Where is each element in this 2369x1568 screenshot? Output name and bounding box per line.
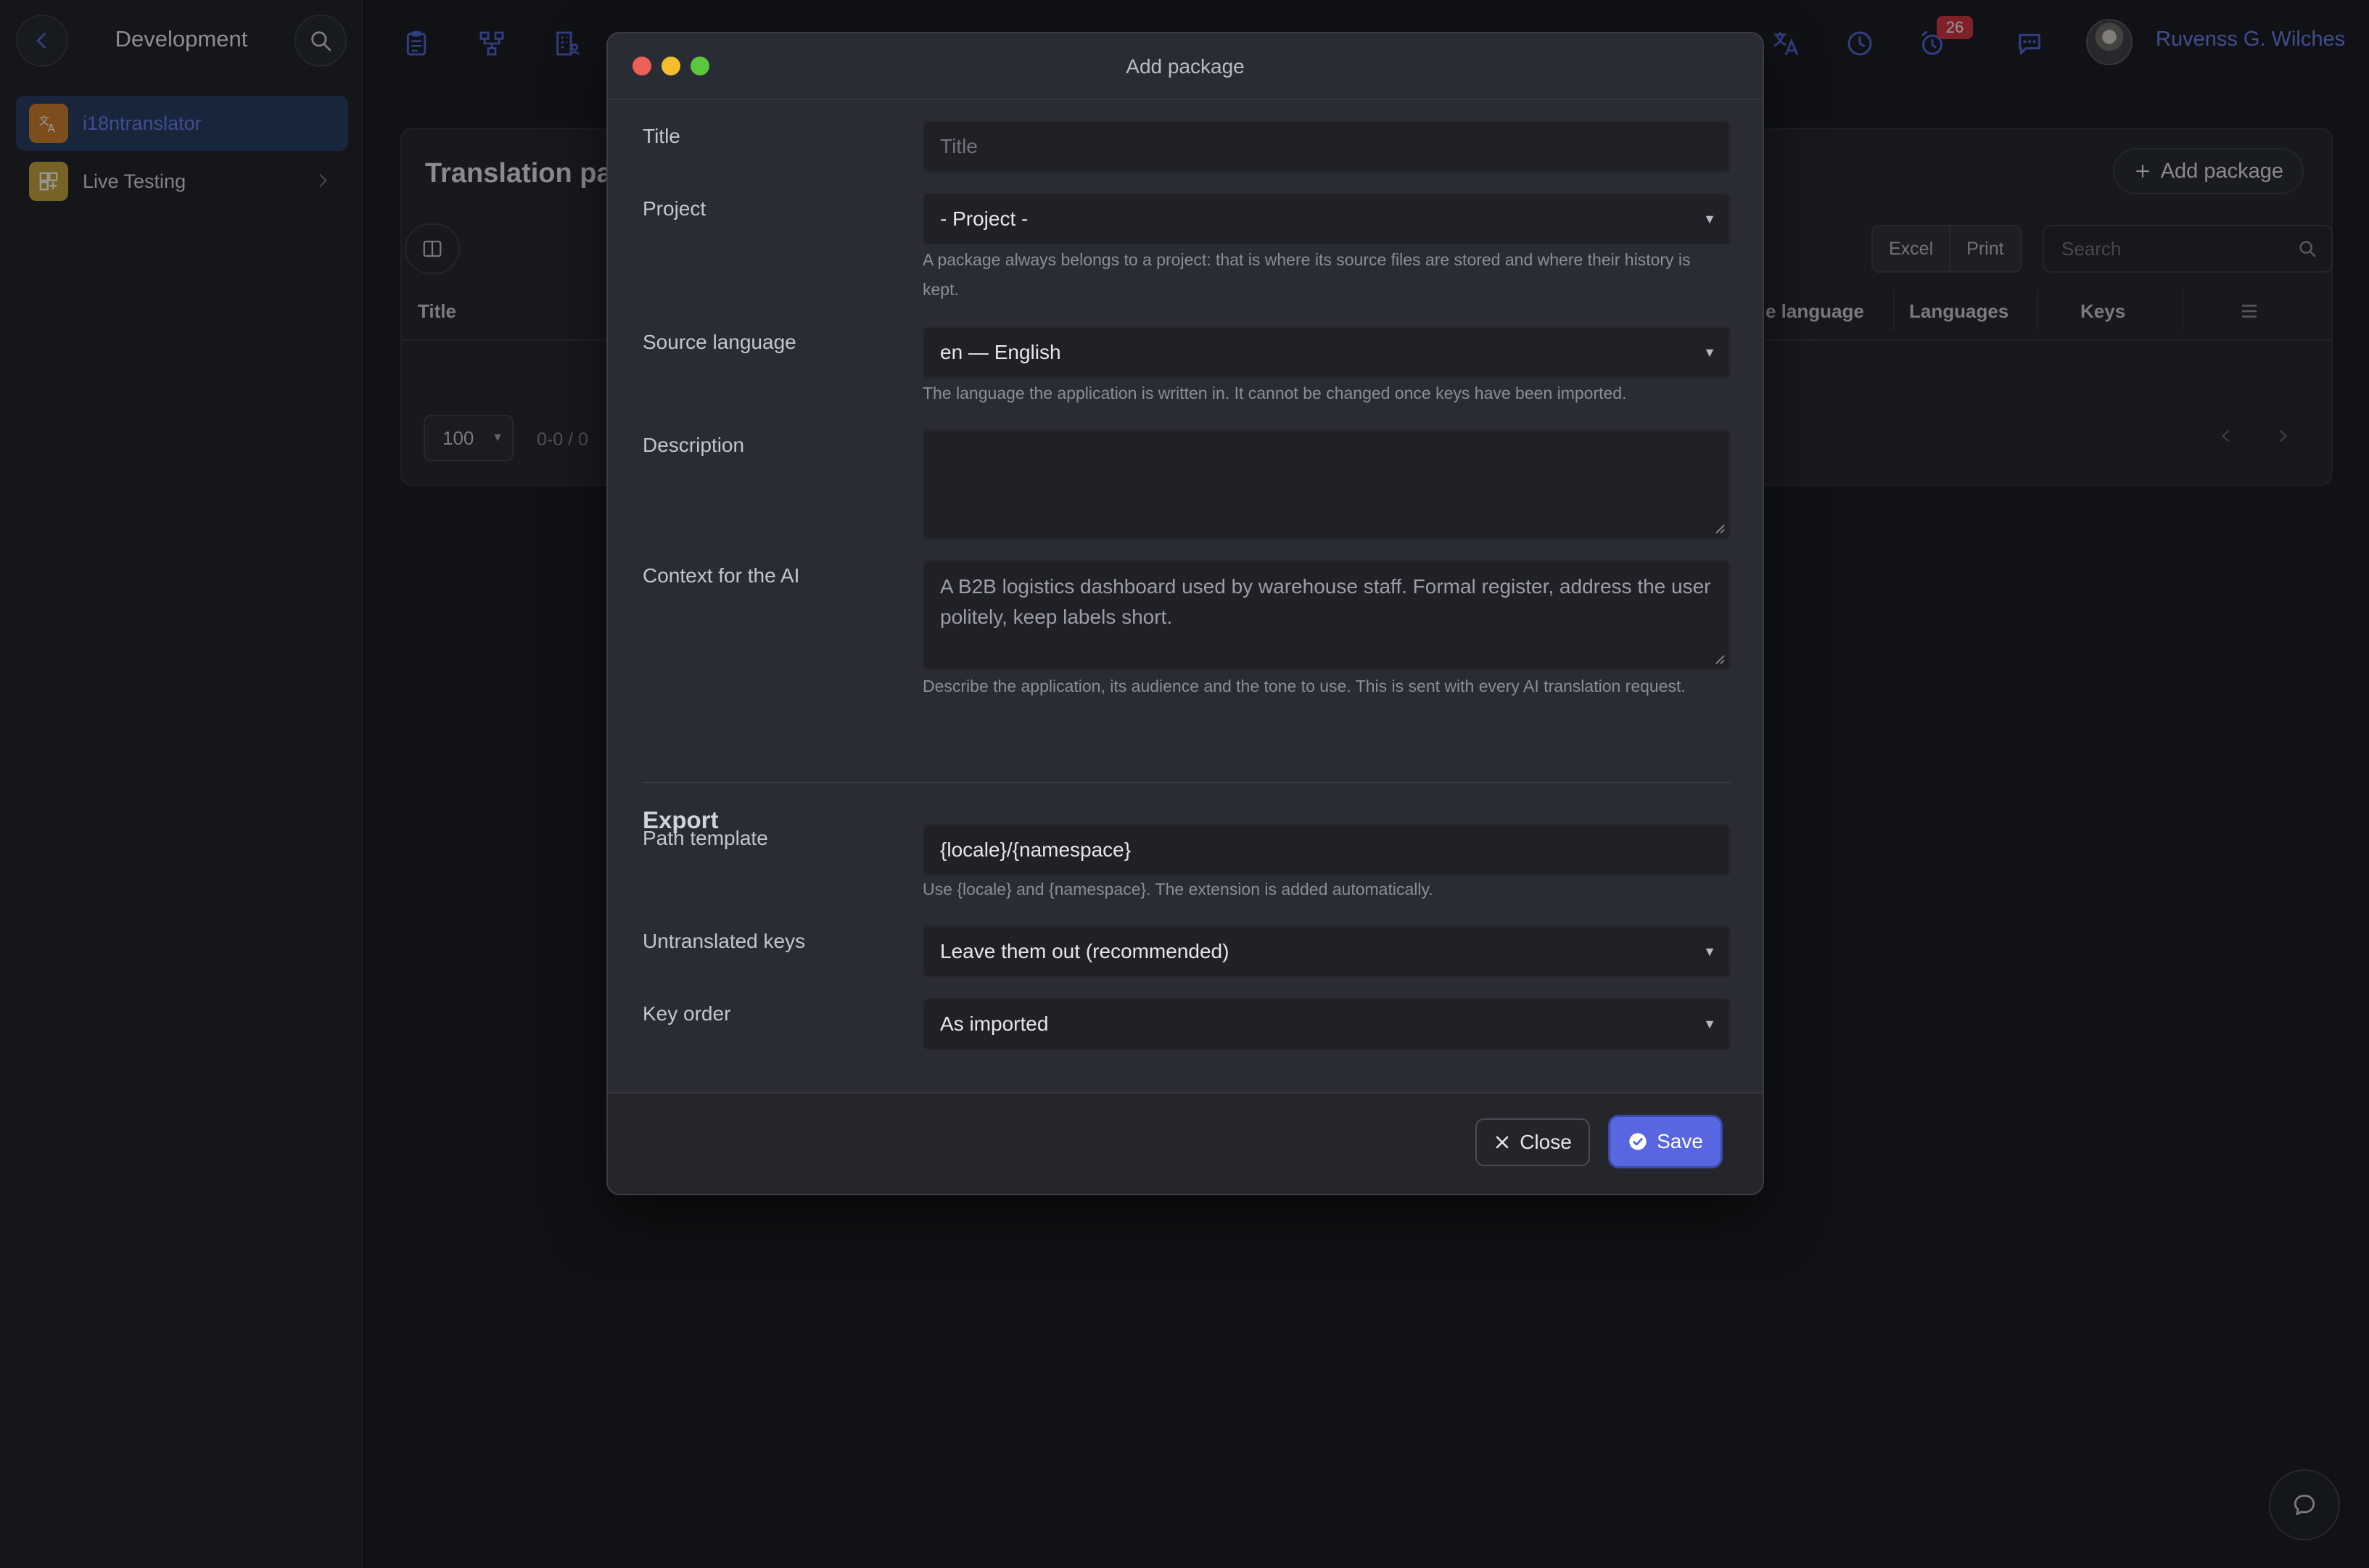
key-order-label: Key order — [643, 1002, 731, 1025]
path-template-value: {locale}/{namespace} — [940, 838, 1132, 861]
key-order-select[interactable]: As imported ▼ — [923, 998, 1731, 1050]
close-icon — [1496, 1136, 1509, 1149]
save-button-label: Save — [1657, 1130, 1703, 1152]
untranslated-keys-label: Untranslated keys — [643, 930, 806, 952]
path-template-input[interactable]: {locale}/{namespace} — [923, 824, 1731, 876]
context-value: A B2B logistics dashboard used by wareho… — [940, 575, 1711, 628]
project-label: Project — [643, 197, 706, 220]
title-placeholder: Title — [940, 135, 978, 157]
caret-down-icon: ▼ — [1703, 1017, 1716, 1031]
caret-down-icon: ▼ — [1703, 345, 1716, 360]
project-value: - Project - — [940, 207, 1029, 230]
project-help: A package always belongs to a project: t… — [923, 250, 1691, 299]
context-textarea[interactable]: A B2B logistics dashboard used by wareho… — [923, 560, 1731, 670]
source-language-help: The language the application is written … — [923, 384, 1627, 403]
source-language-select[interactable]: en — English ▼ — [923, 326, 1731, 379]
description-label: Description — [643, 434, 745, 456]
description-textarea[interactable] — [923, 429, 1731, 540]
untranslated-keys-value: Leave them out (recommended) — [940, 940, 1229, 962]
key-order-value: As imported — [940, 1012, 1049, 1035]
title-label: Title — [643, 125, 680, 147]
close-button-label: Close — [1520, 1131, 1572, 1153]
title-input[interactable]: Title — [923, 120, 1731, 173]
dialog-title: Add package — [1126, 55, 1245, 78]
resize-handle-icon[interactable] — [1713, 522, 1725, 534]
context-help: Describe the application, its audience a… — [923, 677, 1686, 696]
check-circle-icon — [1629, 1133, 1647, 1150]
context-label: Context for the AI — [643, 564, 800, 587]
save-button[interactable]: Save — [1610, 1117, 1721, 1166]
source-language-value: en — English — [940, 341, 1061, 363]
untranslated-keys-select[interactable]: Leave them out (recommended) ▼ — [923, 925, 1731, 978]
project-select[interactable]: - Project - ▼ — [923, 193, 1731, 245]
dialog-header: Add package — [608, 33, 1763, 100]
path-template-help: Use {locale} and {namespace}. The extens… — [923, 880, 1433, 899]
add-package-dialog: Add package Title Title Project - Projec… — [606, 32, 1764, 1195]
path-template-label: Path template — [643, 827, 768, 849]
dialog-footer: Close Save — [608, 1092, 1763, 1194]
source-language-label: Source language — [643, 331, 796, 353]
resize-handle-icon[interactable] — [1713, 653, 1725, 664]
close-button[interactable]: Close — [1475, 1118, 1590, 1166]
section-divider — [643, 782, 1731, 783]
caret-down-icon: ▼ — [1703, 944, 1716, 959]
caret-down-icon: ▼ — [1703, 212, 1716, 226]
